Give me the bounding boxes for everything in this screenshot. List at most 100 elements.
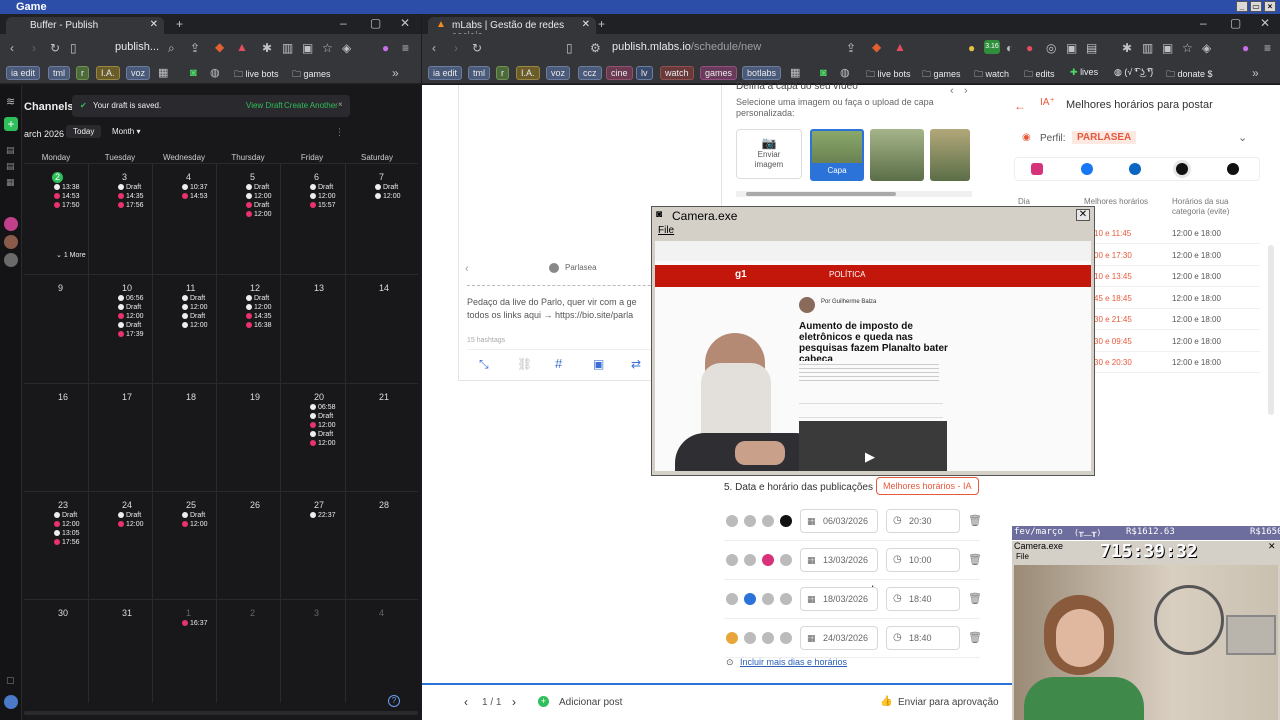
time-input[interactable]: ◷ 18:40 [886,587,960,611]
network-toggle-icon[interactable] [762,515,774,527]
file-menu[interactable]: File [658,225,674,236]
embedded-video[interactable]: ▶ [799,421,947,471]
small-camera-menu[interactable]: File [1016,552,1029,561]
more-bookmarks-icon[interactable]: » [392,67,399,79]
day-number[interactable]: 14 [379,283,389,293]
bookmark-face[interactable]: ◍ (√ ͡❛ ͜ʖ ͡❛) [1110,66,1157,80]
calendar-event[interactable]: Draft [310,183,333,192]
day-number[interactable]: 17 [122,392,132,402]
site-info-icon[interactable]: ⚙ [590,42,601,54]
day-number[interactable]: 9 [58,283,63,293]
calendar-event[interactable]: 10:37 [182,183,208,192]
calendar-event[interactable]: 17:50 [54,201,80,210]
day-number[interactable]: 6 [314,172,319,182]
buffer-logo-icon[interactable]: ≋ [6,95,15,108]
bookmark-games[interactable]: 🗀 games [288,66,335,80]
calendar-event[interactable]: 12:00 [375,192,401,201]
calendar-event[interactable]: 12:00 [246,192,272,201]
instagram-icon[interactable] [1031,163,1043,175]
date-input[interactable]: ▦ 06/03/2026 [800,509,878,533]
bookmark-games-folder[interactable]: 🗀 games [918,66,965,80]
calendar-event[interactable]: Draft [246,294,269,303]
calendar-event[interactable]: 16:37 [182,619,208,628]
wallet-icon[interactable]: ▣ [1162,42,1173,54]
calendar-event[interactable]: Draft [182,312,205,321]
today-button[interactable]: Today [66,125,102,138]
app-icon[interactable]: ◙ [190,67,197,79]
calendar-event[interactable]: Draft [118,183,141,192]
bookmark-watch-folder[interactable]: 🗀 watch [970,66,1013,80]
calendar-icon[interactable]: ▤ [6,145,15,156]
account-avatar[interactable] [4,695,18,709]
day-number[interactable]: 3 [314,608,319,618]
new-tab-icon[interactable]: + [176,18,183,30]
day-number[interactable]: 2 [250,608,255,618]
bookmark-voz[interactable]: voz [126,66,151,80]
extensions-icon[interactable]: ✱ [1122,42,1132,54]
bookmark-live-bots[interactable]: 🗀 live bots [862,66,915,80]
linkedin-icon[interactable] [1129,163,1141,175]
network-toggle-icon[interactable] [726,593,738,605]
more-options-icon[interactable]: ⋮ [335,127,344,138]
calendar-event[interactable]: 13:38 [54,183,80,192]
calendar-event[interactable]: 14:35 [246,312,272,321]
help-icon[interactable]: ? [388,695,400,707]
day-number[interactable]: 21 [379,392,389,402]
sidebar-icon[interactable]: ▥ [282,42,293,54]
cover-prev-icon[interactable]: ‹ [950,85,954,97]
channel-avatar[interactable] [4,217,18,231]
network-toggle-icon[interactable] [780,554,792,566]
close-icon[interactable]: ✕ [1076,209,1090,221]
calendar-event[interactable]: 13:05 [54,529,80,538]
record-icon[interactable]: ● [1026,42,1033,54]
share-icon[interactable]: ⇪ [190,42,200,54]
tiktok-icon[interactable] [1176,163,1188,175]
url-text[interactable]: publish.mlabs.io/schedule/new [612,41,761,53]
network-toggle-icon[interactable] [744,515,756,527]
network-toggle-icon[interactable] [726,632,738,644]
network-toggle-icon[interactable] [780,632,792,644]
calendar-event[interactable]: Draft [118,303,141,312]
date-input[interactable]: ▦ 13/03/2026 [800,548,878,572]
send-approval-button[interactable]: Enviar para aprovação [898,697,999,708]
network-toggle-icon[interactable] [726,515,738,527]
bookmark-ia[interactable]: I.A. [516,66,540,80]
network-toggle-icon[interactable] [762,593,774,605]
cover-scroll-thumb[interactable] [746,192,896,196]
bookmark-ia[interactable]: I.A. [96,66,120,80]
date-input[interactable]: ▦ 18/03/2026 [800,587,878,611]
day-number[interactable]: 13 [314,283,324,293]
extensions-icon[interactable]: ✱ [262,42,272,54]
network-toggle-icon[interactable] [780,593,792,605]
day-number[interactable]: 3 [122,172,127,182]
day-number[interactable]: 20 [314,392,324,402]
calendar-event[interactable]: Draft [54,511,77,520]
rewards-icon[interactable]: ▲ [894,41,906,53]
network-toggle-icon[interactable] [744,593,756,605]
prev-arrow-icon[interactable]: ‹ [465,263,469,275]
shield-icon[interactable]: ◈ [342,42,351,54]
bookmark-ia-edit[interactable]: ia edit [6,66,41,80]
day-number[interactable]: 31 [122,608,132,618]
bookmark-live-bots[interactable]: 🗀 live bots [230,66,283,80]
extension-badge[interactable]: 3.16 [984,40,1000,54]
help-icon[interactable]: ▢ [6,675,15,686]
calendar-event[interactable]: 12:00 [310,192,336,201]
network-toggle-icon[interactable] [744,632,756,644]
day-number[interactable]: 23 [58,500,68,510]
back-icon[interactable]: ‹ [432,42,436,54]
profile-value[interactable]: PARLASEA [1072,131,1137,144]
tab-mlabs[interactable]: ▲ mLabs | Gestão de redes sociais ✕ [428,17,596,42]
new-tab-icon[interactable]: + [598,18,605,30]
calendar-event[interactable]: Draft [246,201,269,210]
star-icon[interactable]: ☆ [1182,42,1193,54]
brave-icon[interactable]: ◆ [872,41,881,53]
calendar-event[interactable]: 12:00 [310,421,336,430]
repeat-icon[interactable]: ⇄ [631,357,641,371]
best-times-ai-button[interactable]: Melhores horários - IA [876,477,979,495]
day-number[interactable]: 2 [52,172,63,183]
zoom-icon[interactable]: ⌕ [168,42,175,54]
bookmark-r[interactable]: r [76,66,89,80]
calendar-event[interactable]: 12:00 [246,210,272,219]
calendar-event[interactable]: Draft [375,183,398,192]
